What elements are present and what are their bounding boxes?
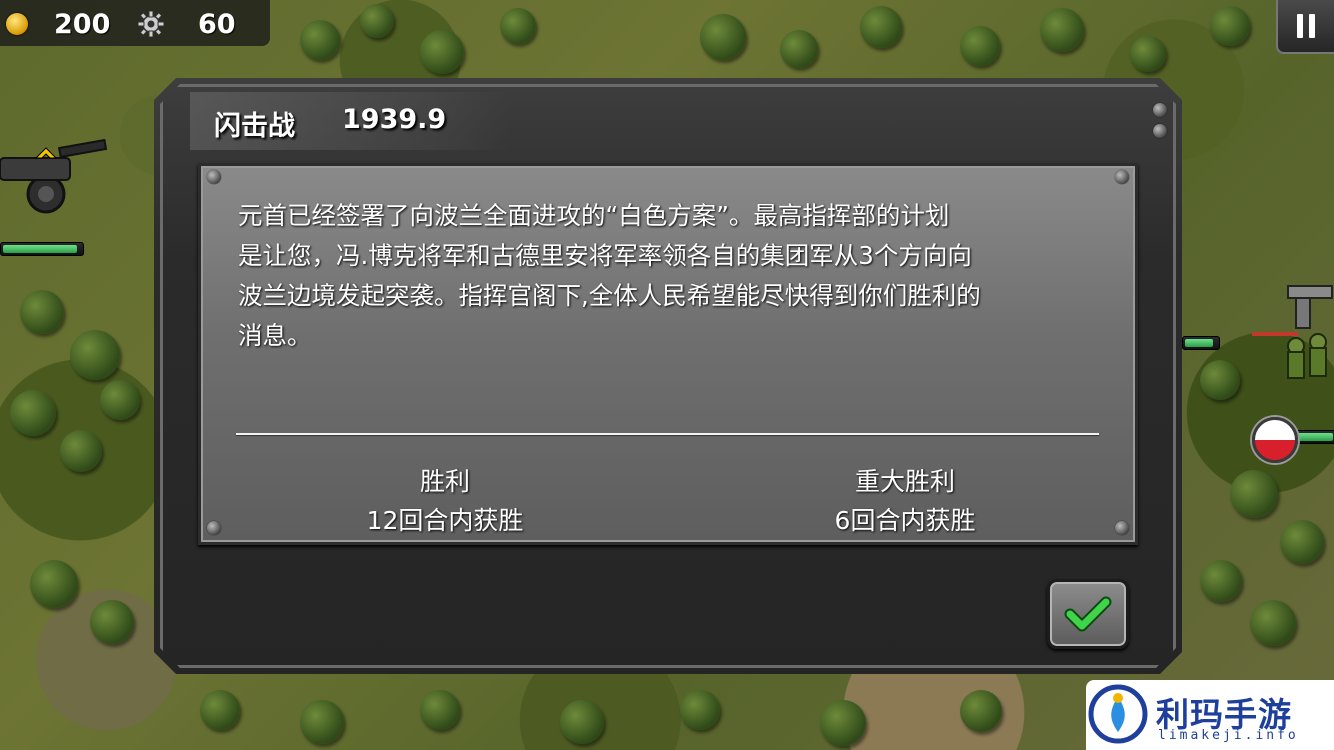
major-victory-goal: 重大胜利 6回合内获胜	[790, 462, 1020, 540]
pause-button[interactable]	[1276, 0, 1334, 54]
mission-date: 1939.9	[342, 104, 447, 135]
unit-health-bar	[1182, 336, 1220, 350]
major-victory-condition: 6回合内获胜	[834, 506, 976, 535]
rivet-icon	[207, 170, 221, 184]
poland-flag-icon[interactable]	[1252, 417, 1298, 463]
major-victory-label: 重大胜利	[854, 467, 955, 496]
resource-hud: 200 60	[0, 0, 270, 46]
watermark-domain: limakeji.info	[1158, 728, 1299, 743]
briefing-line: 是让您，冯.博克将军和古德里安将军率领各自的集团军从3个方向向	[238, 241, 972, 270]
rivet-icon	[1115, 170, 1129, 184]
artillery-unit-icon[interactable]	[0, 128, 108, 218]
divider	[236, 433, 1099, 435]
rivet-icon	[1153, 103, 1167, 117]
rivet-icon	[1115, 521, 1129, 535]
mission-title: 闪击战	[214, 111, 295, 142]
gear-icon	[138, 11, 164, 37]
checkmark-icon	[1064, 596, 1112, 632]
watermark-logo-icon	[1088, 684, 1148, 744]
rivet-icon	[207, 521, 221, 535]
briefing-text: 元首已经签署了向波兰全面进攻的“白色方案”。最高指挥部的计划 是让您，冯.博克将…	[238, 196, 1138, 356]
gold-amount: 200	[54, 9, 111, 40]
unit-health-bar	[1292, 430, 1334, 444]
soldier-unit-icon[interactable]	[1252, 280, 1334, 390]
industry-amount: 60	[198, 9, 236, 40]
briefing-line: 消息。	[238, 321, 312, 350]
rivet-icon	[1153, 124, 1167, 138]
victory-label: 胜利	[419, 467, 470, 496]
briefing-line: 元首已经签署了向波兰全面进攻的“白色方案”。最高指挥部的计划	[238, 201, 950, 230]
game-map: 200 60 闪击战 1939.9 元首已经签署了向波兰全面进攻的“白色方案”。…	[0, 0, 1334, 750]
confirm-button[interactable]	[1047, 579, 1129, 649]
victory-condition: 12回合内获胜	[366, 506, 524, 535]
unit-health-bar	[0, 242, 84, 256]
victory-goal: 胜利 12回合内获胜	[330, 462, 560, 540]
coin-icon	[6, 13, 28, 35]
briefing-line: 波兰边境发起突袭。指挥官阁下,全体人民希望能尽快得到你们胜利的	[238, 281, 981, 310]
pause-icon	[1297, 14, 1303, 38]
